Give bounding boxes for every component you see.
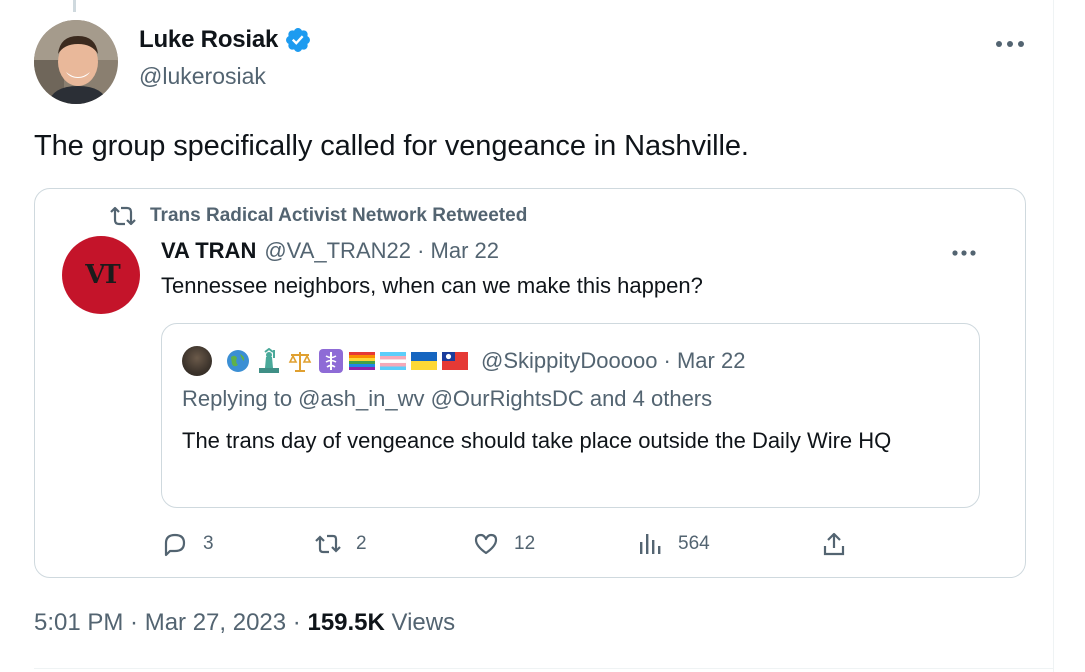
author-avatar[interactable] xyxy=(34,20,118,104)
author-name[interactable]: Luke Rosiak xyxy=(139,26,312,54)
quoted-tweet-text: Tennessee neighbors, when can we make th… xyxy=(161,273,703,298)
statue-of-liberty-icon xyxy=(259,348,279,373)
ukraine-flag-icon xyxy=(411,352,437,370)
tweet-timestamp[interactable]: 5:01 PM · Mar 27, 2023 · xyxy=(34,609,307,636)
nested-quote-text: The trans day of vengeance should take p… xyxy=(182,428,892,453)
nested-author-handle-meta[interactable]: @SkippityDooooo · Mar 22 xyxy=(481,348,745,374)
retweet-button[interactable]: 2 xyxy=(314,530,367,558)
taiwan-flag-icon xyxy=(442,352,468,370)
quoted-author-header: VA TRAN @VA_TRAN22 · Mar 22 xyxy=(161,238,499,264)
quoted-author-meta[interactable]: @VA_TRAN22 · Mar 22 xyxy=(264,238,499,264)
profile-photo-icon xyxy=(34,20,118,104)
reply-count: 3 xyxy=(203,533,214,554)
nested-author-avatar[interactable] xyxy=(182,346,212,376)
quoted-more-options-button[interactable] xyxy=(946,238,982,268)
share-icon xyxy=(823,532,845,556)
trans-flag-icon xyxy=(379,352,407,370)
share-button[interactable] xyxy=(820,530,848,558)
retweeted-by-line[interactable]: Trans Radical Activist Network Retweeted xyxy=(110,205,527,227)
medical-symbol-icon xyxy=(319,349,343,373)
retweet-count: 2 xyxy=(356,533,367,554)
display-name-emojis xyxy=(224,348,469,374)
quoted-author-avatar[interactable]: VT xyxy=(62,236,140,314)
author-name-text[interactable]: Luke Rosiak xyxy=(139,26,278,54)
nested-replying-to[interactable]: Replying to @ash_in_wv @OurRightsDC and … xyxy=(182,386,712,412)
va-tran-logo: VT xyxy=(85,260,120,290)
globe-icon xyxy=(227,350,249,372)
tweet-timestamp-views: 5:01 PM · Mar 27, 2023 · 159.5K Views xyxy=(34,609,455,637)
quoted-author-name[interactable]: VA TRAN xyxy=(161,238,256,264)
rainbow-flag-icon xyxy=(349,352,375,370)
views-total[interactable]: 159.5K xyxy=(307,609,384,636)
verified-badge-icon xyxy=(286,28,311,52)
balance-scale-icon xyxy=(288,352,312,372)
views-count: 564 xyxy=(678,533,710,554)
retweet-icon xyxy=(315,534,341,554)
more-dots-icon xyxy=(952,250,976,256)
retweet-icon xyxy=(110,206,136,226)
thread-connector xyxy=(73,0,76,12)
heart-icon xyxy=(474,533,498,555)
views-label: Views xyxy=(384,609,456,636)
reply-button[interactable]: 3 xyxy=(161,530,214,558)
quoted-action-bar: 3 2 12 564 xyxy=(0,530,1085,564)
retweeted-by-text[interactable]: Trans Radical Activist Network Retweeted xyxy=(150,205,527,227)
like-button[interactable]: 12 xyxy=(472,530,535,558)
like-count: 12 xyxy=(514,533,536,554)
nested-quote-header: @SkippityDooooo · Mar 22 xyxy=(182,346,745,376)
more-options-button[interactable] xyxy=(992,26,1028,62)
views-button[interactable]: 564 xyxy=(636,530,710,558)
column-divider xyxy=(1053,0,1054,672)
author-handle[interactable]: @lukerosiak xyxy=(139,63,266,90)
reply-icon xyxy=(164,533,186,557)
analytics-bars-icon xyxy=(640,534,661,554)
footer-divider xyxy=(34,668,1053,669)
more-dots-icon xyxy=(996,41,1024,47)
tweet-text: The group specifically called for vengea… xyxy=(34,130,749,162)
